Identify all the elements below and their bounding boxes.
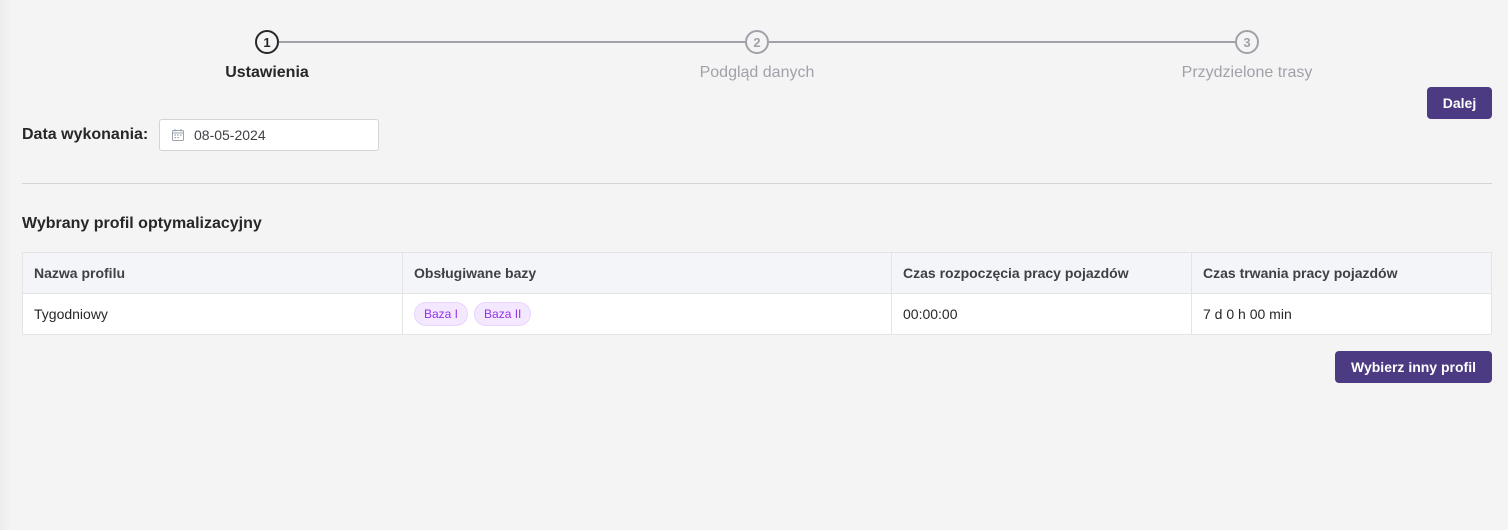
base-badge: Baza I [414,302,469,326]
page: 1 2 3 Ustawienia Podgląd danych Przydzie… [0,0,1508,530]
date-input[interactable]: 08-05-2024 [159,119,379,151]
table-header-row: Nazwa profilu Obsługiwane bazy Czas rozp… [22,252,1492,294]
divider [22,183,1492,184]
bases-cell: Baza I Baza II [402,293,892,335]
base-badge: Baza II [474,302,532,326]
step-number: 2 [753,34,761,50]
step-1-indicator[interactable]: 1 [255,30,279,54]
step-2-label: Podgląd danych [699,64,815,81]
calendar-icon [172,129,184,141]
step-number: 3 [1243,34,1251,50]
step-number: 1 [263,34,271,50]
column-header: Czas rozpoczęcia pracy pojazdów [891,252,1192,294]
step-3-indicator[interactable]: 3 [1235,30,1259,54]
step-1-label: Ustawienia [225,64,309,81]
step-3-label: Przydzielone trasy [1181,64,1313,81]
change-profile-button[interactable]: Wybierz inny profil [1335,351,1492,383]
column-header: Nazwa profilu [22,252,403,294]
step-2-indicator[interactable]: 2 [745,30,769,54]
column-header: Czas trwania pracy pojazdów [1191,252,1492,294]
duration-cell: 7 d 0 h 00 min [1191,293,1492,335]
date-value: 08-05-2024 [194,127,266,143]
section-title: Wybrany profil optymalizacyjny [22,215,262,232]
table-row: Tygodniowy Baza I Baza II 00:00:00 7 d 0 … [22,293,1492,335]
stepper: 1 2 3 Ustawienia Podgląd danych Przydzie… [0,0,1508,81]
step-connector [278,41,745,43]
column-header: Obsługiwane bazy [402,252,892,294]
profile-table: Nazwa profilu Obsługiwane bazy Czas rozp… [22,252,1492,335]
next-button[interactable]: Dalej [1427,87,1492,119]
step-connector [769,41,1235,43]
date-label: Data wykonania: [22,126,149,143]
start-time-cell: 00:00:00 [891,293,1192,335]
profile-name-cell: Tygodniowy [22,293,403,335]
